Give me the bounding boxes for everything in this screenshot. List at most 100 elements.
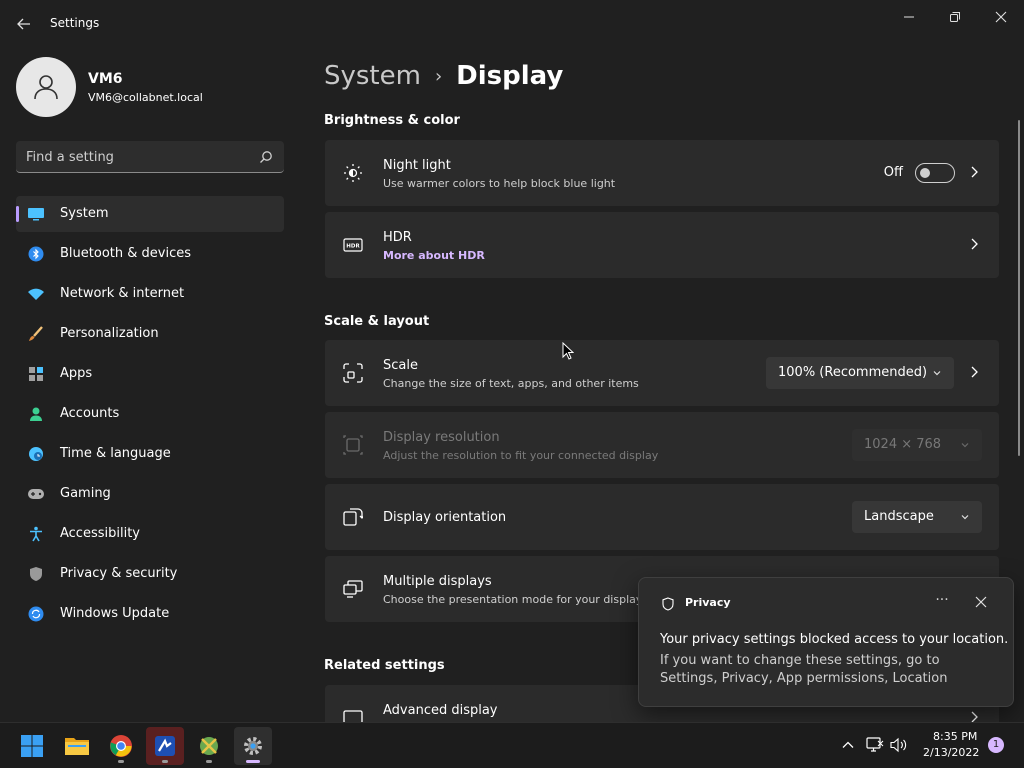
scale-card[interactable]: Scale Change the size of text, apps, and… (325, 340, 999, 406)
scrollbar[interactable] (1018, 120, 1020, 456)
card-title: Display orientation (383, 510, 507, 525)
hdr-card[interactable]: HDR HDR More about HDR (325, 212, 999, 278)
close-icon (995, 11, 1007, 23)
taskbar-app[interactable] (146, 727, 184, 765)
section-title-brightness: Brightness & color (324, 113, 460, 128)
sidebar-item-label: Privacy & security (60, 566, 178, 581)
refresh-icon (27, 605, 45, 623)
sidebar-item-label: System (60, 206, 109, 221)
sidebar-item-personalization[interactable]: Personalization (16, 316, 284, 352)
night-light-toggle[interactable] (915, 163, 955, 183)
breadcrumb-separator: › (434, 65, 443, 87)
clock-time[interactable]: 8:35 PM (933, 730, 977, 743)
sidebar-item-bluetooth[interactable]: Bluetooth & devices (16, 236, 284, 272)
card-subtitle: Change the size of text, apps, and other… (383, 377, 639, 390)
sidebar-item-label: Personalization (60, 326, 159, 341)
close-icon[interactable] (973, 594, 989, 610)
settings-icon (244, 737, 262, 755)
orientation-dropdown[interactable]: Landscape (852, 501, 982, 533)
notification-badge[interactable]: 1 (988, 737, 1004, 753)
notification-title: Your privacy settings blocked access to … (660, 632, 1009, 647)
sidebar-item-label: Apps (60, 366, 93, 381)
chevron-right-icon (971, 366, 978, 378)
person-icon (27, 405, 45, 423)
minimize-button[interactable] (886, 6, 932, 28)
search-input[interactable] (26, 147, 246, 167)
volume-tray-button[interactable] (890, 736, 908, 754)
resolution-icon (342, 434, 364, 456)
running-indicator (118, 760, 124, 763)
chevron-down-icon (961, 443, 969, 448)
chrome-icon (110, 735, 132, 757)
clock-date[interactable]: 2/13/2022 (923, 746, 979, 759)
privacy-notification[interactable]: Privacy ··· Your privacy settings blocke… (638, 577, 1014, 707)
running-indicator (206, 760, 212, 763)
card-subtitle: Use warmer colors to help block blue lig… (383, 177, 616, 190)
network-tray-button[interactable] (866, 736, 884, 754)
sidebar-item-time-language[interactable]: Time & language (16, 436, 284, 472)
card-title: Night light (383, 158, 451, 173)
start-icon (21, 735, 43, 757)
sidebar-item-system[interactable]: System (16, 196, 284, 232)
section-title-related: Related settings (324, 658, 445, 673)
app-icon (155, 736, 175, 756)
more-about-hdr-link[interactable]: More about HDR (383, 249, 485, 262)
monitor-icon (27, 205, 45, 223)
scale-dropdown[interactable]: 100% (Recommended) (766, 357, 954, 389)
sidebar-item-windows-update[interactable]: Windows Update (16, 596, 284, 632)
shield-icon (662, 597, 674, 611)
running-indicator (246, 760, 260, 763)
sidebar-item-label: Time & language (60, 446, 171, 461)
app-title: Settings (50, 16, 100, 30)
show-hidden-icons-button[interactable] (839, 736, 857, 754)
restore-icon (950, 12, 960, 22)
maximize-button[interactable] (932, 6, 978, 28)
sidebar-item-label: Gaming (60, 486, 111, 501)
clock-globe-icon (27, 445, 45, 463)
sidebar-item-label: Bluetooth & devices (60, 246, 191, 261)
more-options-button[interactable]: ··· (930, 592, 954, 612)
breadcrumb-parent[interactable]: System (324, 61, 421, 91)
card-subtitle: Choose the presentation mode for your di… (383, 593, 649, 606)
sidebar-item-accounts[interactable]: Accounts (16, 396, 284, 432)
back-button[interactable] (14, 14, 34, 34)
volume-icon (890, 737, 907, 753)
sidebar-item-privacy[interactable]: Privacy & security (16, 556, 284, 592)
user-name: VM6 (88, 71, 123, 87)
sidebar-item-label: Windows Update (60, 606, 170, 621)
toggle-knob (920, 168, 930, 178)
taskbar-file-explorer[interactable] (58, 727, 96, 765)
chevron-down-icon (961, 515, 969, 520)
sidebar-item-label: Accounts (60, 406, 120, 421)
card-title: Multiple displays (383, 574, 492, 589)
taskbar-app[interactable] (190, 727, 228, 765)
sidebar-item-accessibility[interactable]: Accessibility (16, 516, 284, 552)
sidebar-item-apps[interactable]: Apps (16, 356, 284, 392)
hdr-icon: HDR (342, 234, 364, 256)
search-box[interactable] (16, 141, 284, 173)
dropdown-value: 100% (Recommended) (778, 365, 928, 380)
search-icon[interactable] (259, 150, 273, 164)
multiple-displays-icon (342, 578, 364, 600)
bluetooth-icon (27, 245, 45, 263)
page-title: Display (456, 61, 564, 91)
night-light-card[interactable]: Night light Use warmer colors to help bl… (325, 140, 999, 206)
mouse-cursor-icon (562, 342, 574, 360)
night-light-state: Off (883, 165, 903, 180)
close-button[interactable] (978, 6, 1024, 28)
svg-text:HDR: HDR (346, 244, 360, 250)
scale-icon (342, 362, 364, 384)
sidebar-item-network[interactable]: Network & internet (16, 276, 284, 312)
start-button[interactable] (13, 727, 51, 765)
app-icon (200, 737, 218, 755)
sidebar-item-gaming[interactable]: Gaming (16, 476, 284, 512)
notification-body: If you want to change these settings, go… (660, 653, 948, 686)
monitor-icon (342, 707, 364, 722)
taskbar-settings[interactable] (234, 727, 272, 765)
resolution-dropdown: 1024 × 768 (852, 429, 982, 461)
avatar[interactable] (16, 57, 76, 117)
taskbar-chrome[interactable] (102, 727, 140, 765)
section-title-scale-layout: Scale & layout (324, 314, 430, 329)
network-icon (866, 737, 884, 752)
brush-icon (27, 325, 45, 343)
